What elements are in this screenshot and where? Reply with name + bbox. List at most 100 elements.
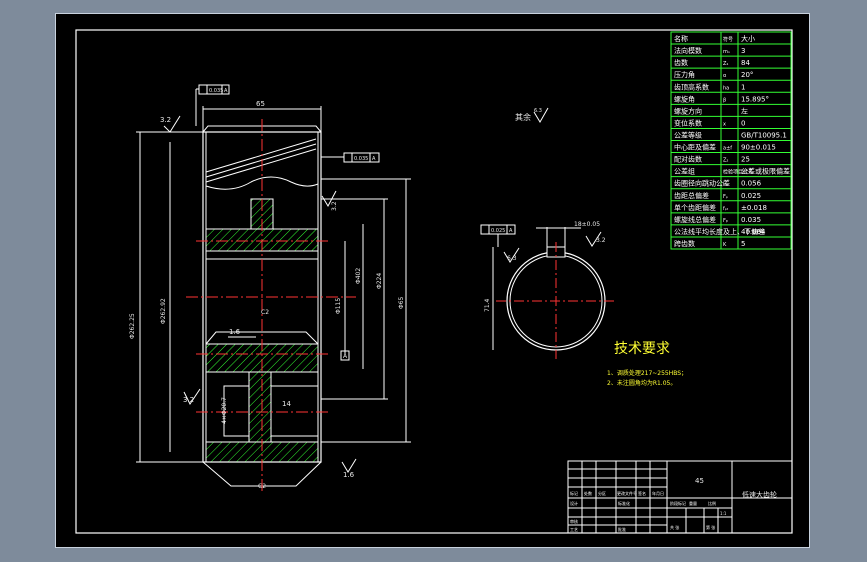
tb-label-standard: 标准化 [618,500,630,506]
svg-text:6.3: 6.3 [507,255,517,262]
table-cell-value: 0.056 [741,180,762,188]
dim-hub-dia: Φ115 [335,298,342,314]
table-cell-value: ±0.018 [741,204,767,212]
table-cell-symbol: ha [723,85,729,91]
table-cell-name: 法向模数 [674,46,702,55]
other-label: 其余 [515,112,531,122]
technical-notes: 技术要求 1、调质处理217~255HBS； 2、未注圆角均为R1.05。 [607,341,687,387]
svg-text:A: A [343,353,348,360]
notes-heading: 技术要求 [614,341,670,357]
title-block: 45 低速大齿轮 1:1 标记 处数 分区 更改文件号 签名 年月日 设计 标准… [567,460,793,534]
note-line-2: 2、未注圆角均为R1.05。 [607,379,676,387]
table-cell-value: 0.025 [741,192,761,200]
other-roughness-value: 6.3 [534,108,542,114]
table-cell-symbol: 符号 [723,36,733,43]
table-cell-name: 螺旋线总偏差 [674,215,716,224]
side-gdt: 0.025 A [480,224,516,247]
table-cell-name: 跨齿数 [674,239,695,248]
table-cell-symbol: a±f [723,146,732,152]
svg-text:A: A [224,88,228,94]
table-cell-value: 3 [741,47,745,55]
chamfer-c2-center: C2 [261,309,269,316]
table-cell-symbol: K [723,242,727,248]
helix-lines [205,138,317,183]
table-cell-value: 20° [741,71,753,79]
chamfer-c2-bottom: C2 [258,483,266,490]
front-section-view: 65 Φ262.25 Φ262.92 Φ115 Φ402 Φ224 Φ65 0.… [129,84,411,494]
table-cell-name: 齿数 [674,58,688,67]
table-cell-symbol: β [723,97,726,103]
table-cell-symbol: Z₁ [723,61,728,67]
dim-web-out: Φ224 [376,273,383,289]
dim-width: 65 [256,100,265,108]
table-cell-value: 1 [741,83,745,91]
roughness-top-left: 3.2 [160,115,181,133]
cad-drawing: 65 Φ262.25 Φ262.92 Φ115 Φ402 Φ224 Φ65 0.… [75,29,793,534]
table-cell-symbol: α [723,73,727,79]
tb-label-count: 处数 [584,490,592,496]
table-cell-symbol: x [723,121,726,127]
tb-label-date: 年月日 [652,490,664,496]
tb-label-zone: 分区 [598,490,606,496]
table-cell-value: 40.064 [741,228,766,236]
tb-label-change: 更改文件号 [617,490,637,496]
tb-label-stage: 阶段标记 [670,500,686,506]
table-cell-name: 齿圈径向跳动公差 [674,179,730,188]
table-cell-value: 84 [741,59,750,67]
table-cell-value: 大小 [741,34,755,43]
svg-text:A: A [509,228,513,234]
holes-label: 4×Φ20.7 [221,397,228,424]
table-cell-symbol: fₚₜ [723,206,729,212]
table-cell-name: 螺旋角 [674,94,695,103]
table-cell-name: 压力角 [674,70,695,79]
svg-text:0.025: 0.025 [491,228,505,234]
svg-text:0.035: 0.035 [354,156,368,162]
title-drawing-name: 低速大齿轮 [742,490,777,499]
table-cell-name: 变位系数 [674,118,702,127]
tb-label-sheet: 第 张 [706,524,715,530]
table-cell-value: 左 [741,106,748,115]
svg-text:1.6: 1.6 [343,471,355,479]
roughness-bottom: 1.6 [341,458,357,479]
title-scale: 1:1 [720,511,727,516]
table-cell-name: 中心距及偏差 [674,143,716,152]
table-cell-symbol: Fₚ [723,194,728,200]
gdt-frame-top: 0.035 A [195,84,230,126]
table-cell-value: 0 [741,119,745,127]
table-cell-name: 公差组 [674,167,695,176]
table-cell-value: 公差或极限偏差 [741,167,790,176]
table-cell-name: 名称 [674,34,688,43]
dim-bore: Φ65 [398,296,405,309]
other-roughness: 其余 6.3 [515,107,549,123]
web-lower-hatch [248,371,272,443]
tb-label-review: 审核 [570,518,578,524]
table-cell-symbol: Z₂ [723,158,728,164]
table-cell-symbol: mₙ [723,49,730,55]
table-cell-value: GB/T10095.1 [741,131,787,139]
svg-text:A: A [372,156,376,162]
table-cell-symbol: Fᵣ [723,182,728,188]
table-cell-name: 单个齿距偏差 [674,203,716,212]
table-cell-name: 齿顶高系数 [674,82,709,91]
dim-pitch-dia: Φ262.92 [160,298,167,324]
tb-label-mark: 标记 [570,490,578,496]
tb-label-sign: 签名 [638,490,646,496]
svg-text:3.2: 3.2 [596,237,606,244]
keyway-width: 18±0.05 [574,221,600,228]
drawing-viewport[interactable]: 65 Φ262.25 Φ262.92 Φ115 Φ402 Φ224 Φ65 0.… [55,13,810,548]
table-cell-value: 90±0.015 [741,144,776,152]
table-cell-name: 公差等级 [674,130,702,139]
side-roughness-2: 6.3 [503,247,520,263]
lightening-hole-2 [270,385,319,437]
tb-label-total: 共 张 [670,524,679,530]
title-material: 45 [695,477,704,485]
table-cell-value: 5 [741,240,745,248]
tb-label-process: 工艺 [570,527,578,532]
table-cell-name: 螺旋方向 [674,106,702,115]
table-cell-value: 15.895° [741,95,769,103]
svg-text:3.2: 3.2 [160,116,171,124]
svg-text:1.6: 1.6 [229,328,241,336]
table-cell-value: 0.035 [741,216,761,224]
svg-text:3.2: 3.2 [331,201,338,211]
side-view: 18±0.05 71.4 0.025 A 3.2 6.3 [480,221,616,359]
